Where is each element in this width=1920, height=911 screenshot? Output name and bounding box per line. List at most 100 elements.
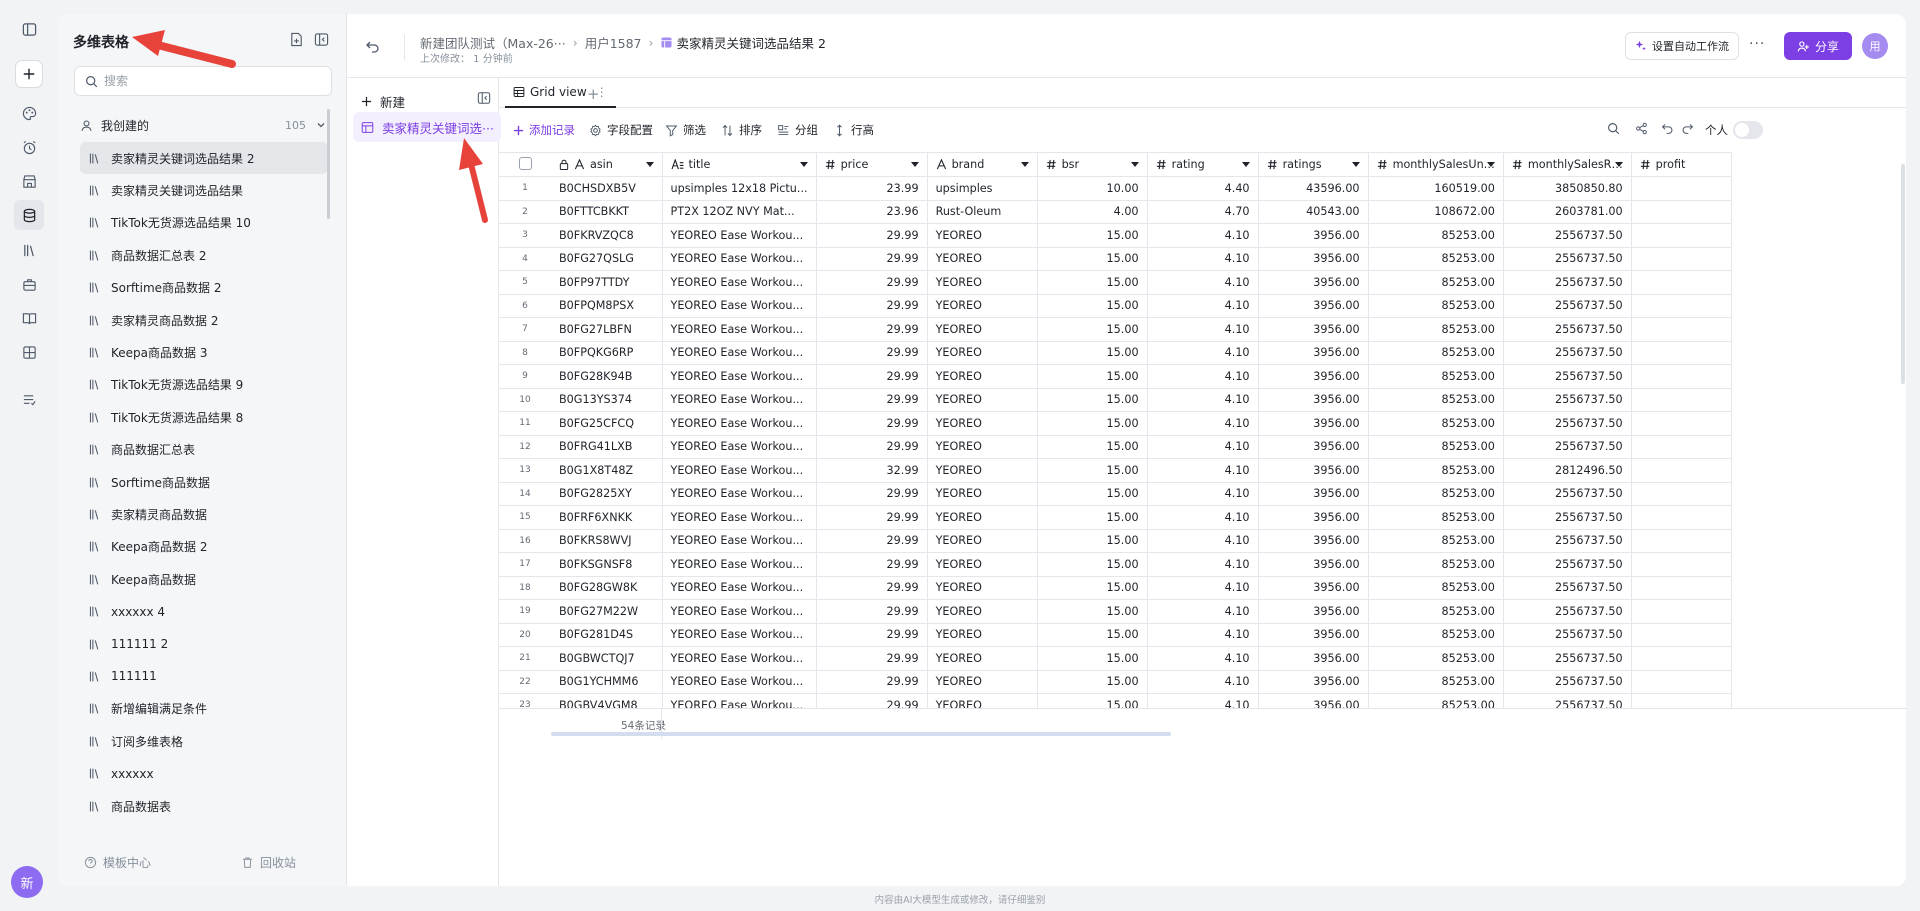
table-cell[interactable]: YEOREO Ease Workou... <box>662 435 817 459</box>
briefcase-icon[interactable] <box>17 272 41 296</box>
table-cell[interactable]: 2556737.50 <box>1503 482 1632 506</box>
table-cell[interactable]: YEOREO Ease Workou... <box>662 270 817 295</box>
table-cell[interactable]: YEOREO Ease Workou... <box>662 482 817 506</box>
table-cell[interactable]: 2556737.50 <box>1503 411 1632 436</box>
table-cell[interactable]: YEOREO Ease Workou... <box>662 317 817 342</box>
table-cell[interactable]: 2556737.50 <box>1503 599 1632 624</box>
table-cell[interactable]: 15.00 <box>1037 552 1148 577</box>
table-cell[interactable]: 3956.00 <box>1258 599 1369 624</box>
table-cell[interactable]: 4.10 <box>1147 341 1259 365</box>
column-header-price[interactable]: price <box>816 152 928 177</box>
table-cell[interactable]: 85253.00 <box>1368 599 1504 624</box>
sidebar-toggle-icon[interactable] <box>17 17 41 41</box>
table-cell[interactable]: 2603781.00 <box>1503 200 1632 224</box>
table-cell[interactable]: 2556737.50 <box>1503 247 1632 271</box>
table-cell[interactable]: 3956.00 <box>1258 693 1369 708</box>
table-cell[interactable]: 3956.00 <box>1258 646 1369 671</box>
search-box[interactable] <box>74 66 332 96</box>
personal-toggle[interactable] <box>1733 121 1763 139</box>
table-cell[interactable]: 29.99 <box>816 693 928 708</box>
table-cell[interactable]: B0FRF6XNKK <box>551 505 663 530</box>
table-cell[interactable]: 85253.00 <box>1368 482 1504 506</box>
table-row[interactable]: 19 B0FG27M22W YEOREO Ease Workou... 29.99 YE… <box>499 599 1732 624</box>
table-cell[interactable]: 4.70 <box>1147 200 1259 224</box>
table-cell[interactable]: 29.99 <box>816 505 928 530</box>
column-header-ratings[interactable]: ratings <box>1258 152 1369 177</box>
sidebar-item[interactable]: 111111 <box>80 660 328 692</box>
table-cell[interactable] <box>1631 270 1732 295</box>
table-cell[interactable]: 85253.00 <box>1368 435 1504 459</box>
alarm-icon[interactable] <box>17 135 41 159</box>
table-cell[interactable] <box>1631 247 1732 271</box>
table-cell[interactable]: upsimples <box>927 176 1038 201</box>
table-cell[interactable]: 85253.00 <box>1368 270 1504 295</box>
table-cell[interactable]: 85253.00 <box>1368 623 1504 647</box>
table-row[interactable]: 16 B0FKRS8WVJ YEOREO Ease Workou... 29.99 YE… <box>499 529 1732 553</box>
table-cell[interactable]: YEOREO Ease Workou... <box>662 341 817 365</box>
table-cell[interactable]: YEOREO Ease Workou... <box>662 529 817 553</box>
table-row[interactable]: 9 B0FG28K94B YEOREO Ease Workou... 29.99 YEO… <box>499 364 1732 389</box>
table-cell[interactable]: YEOREO <box>927 646 1038 671</box>
table-cell[interactable] <box>1631 364 1732 389</box>
row-height-button[interactable]: 行高 <box>833 122 874 138</box>
table-cell[interactable]: 15.00 <box>1037 247 1148 271</box>
table-cell[interactable]: 4.10 <box>1147 482 1259 506</box>
table-cell[interactable]: 3956.00 <box>1258 223 1369 248</box>
table-cell[interactable]: B0FKRVZQC8 <box>551 223 663 248</box>
sidebar-item[interactable]: 111111 2 <box>80 628 328 660</box>
column-header-monthlySalesR[interactable]: monthlySalesR… <box>1503 152 1632 177</box>
table-cell[interactable]: 85253.00 <box>1368 388 1504 412</box>
table-cell[interactable]: 29.99 <box>816 294 928 318</box>
sidebar-item[interactable]: Sorftime商品数据 2 <box>80 272 328 304</box>
table-cell[interactable]: 4.10 <box>1147 435 1259 459</box>
table-row[interactable]: 2 B0FTTCBKKT PT2X 12OZ NVY Mat... 23.96 Rust… <box>499 200 1732 224</box>
table-cell[interactable]: 15.00 <box>1037 599 1148 624</box>
table-row[interactable]: 15 B0FRF6XNKK YEOREO Ease Workou... 29.99 YE… <box>499 505 1732 530</box>
sidebar-item[interactable]: 订阅多维表格 <box>80 725 328 757</box>
table-cell[interactable]: 4.10 <box>1147 670 1259 694</box>
table-cell[interactable]: 15.00 <box>1037 341 1148 365</box>
table-cell[interactable]: 2556737.50 <box>1503 646 1632 671</box>
table-cell[interactable]: B0G1YCHMM6 <box>551 670 663 694</box>
recycle-bin-button[interactable]: 回收站 <box>241 854 296 871</box>
table-cell[interactable]: YEOREO <box>927 529 1038 553</box>
table-cell[interactable]: YEOREO Ease Workou... <box>662 294 817 318</box>
auto-workflow-button[interactable]: 设置自动工作流 <box>1625 32 1739 60</box>
table-cell[interactable]: 85253.00 <box>1368 693 1504 708</box>
table-cell[interactable]: 23.96 <box>816 200 928 224</box>
table-cell[interactable]: YEOREO Ease Workou... <box>662 576 817 600</box>
table-cell[interactable]: YEOREO <box>927 552 1038 577</box>
table-cell[interactable]: YEOREO <box>927 482 1038 506</box>
column-dropdown-icon[interactable] <box>1614 162 1623 167</box>
table-cell[interactable]: YEOREO Ease Workou... <box>662 223 817 248</box>
table-cell[interactable] <box>1631 482 1732 506</box>
table-cell[interactable]: 43596.00 <box>1258 176 1369 201</box>
table-cell[interactable]: 15.00 <box>1037 364 1148 389</box>
group-button[interactable]: 分组 <box>777 122 818 138</box>
table-cell[interactable]: 3956.00 <box>1258 411 1369 436</box>
filter-button[interactable]: 筛选 <box>665 122 706 138</box>
table-cell[interactable]: 15.00 <box>1037 646 1148 671</box>
table-cell[interactable] <box>1631 646 1732 671</box>
redo-icon[interactable] <box>1681 122 1694 135</box>
table-cell[interactable]: 2556737.50 <box>1503 505 1632 530</box>
table-row[interactable]: 14 B0FG2825XY YEOREO Ease Workou... 29.99 YE… <box>499 482 1732 506</box>
table-row[interactable]: 23 B0GBV4VGM8 YEOREO Ease Workou... 29.99 YE… <box>499 693 1732 708</box>
table-cell[interactable]: 3956.00 <box>1258 270 1369 295</box>
table-cell[interactable]: 4.10 <box>1147 576 1259 600</box>
sidebar-item[interactable]: 卖家精灵商品数据 2 <box>80 304 328 336</box>
table-row[interactable]: 5 B0FP97TTDY YEOREO Ease Workou... 29.99 YEO… <box>499 270 1732 295</box>
table-cell[interactable]: YEOREO Ease Workou... <box>662 388 817 412</box>
table-cell[interactable]: 85253.00 <box>1368 670 1504 694</box>
sidebar-item[interactable]: TikTok无货源选品结果 8 <box>80 401 328 433</box>
column-dropdown-icon[interactable] <box>799 162 808 167</box>
grid-icon[interactable] <box>17 340 41 364</box>
table-cell[interactable]: 29.99 <box>816 411 928 436</box>
table-cell[interactable]: 85253.00 <box>1368 247 1504 271</box>
new-table-button[interactable]: 新建 <box>361 92 405 111</box>
table-cell[interactable]: 15.00 <box>1037 411 1148 436</box>
table-item-active[interactable]: 卖家精灵关键词选··· <box>353 112 501 142</box>
table-cell[interactable]: 3956.00 <box>1258 552 1369 577</box>
table-cell[interactable]: 4.10 <box>1147 270 1259 295</box>
table-row[interactable]: 7 B0FG27LBFN YEOREO Ease Workou... 29.99 YEO… <box>499 317 1732 342</box>
